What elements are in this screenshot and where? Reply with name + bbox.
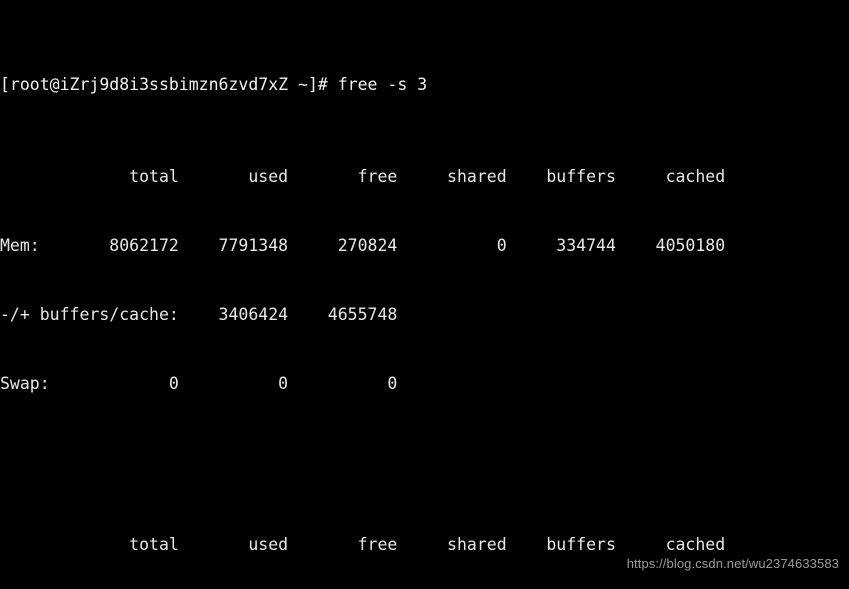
free-header-row-2: total used free shared buffers cached (0, 535, 726, 554)
blog-watermark: https://blog.csdn.net/wu2374633583 (626, 556, 839, 571)
free-header-row-1: total used free shared buffers cached (0, 167, 726, 186)
terminal-window[interactable]: [root@iZrj9d8i3ssbimzn6zvd7xZ ~]# free -… (0, 0, 849, 589)
free-swap-row-1: Swap: 0 0 0 (0, 374, 398, 393)
free-buffers-cache-row-1: -/+ buffers/cache: 3406424 4655748 (0, 305, 398, 324)
free-mem-row-1: Mem: 8062172 7791348 270824 0 334744 405… (0, 236, 726, 255)
blank-separator-1 (0, 441, 849, 464)
prompt-command-line: [root@iZrj9d8i3ssbimzn6zvd7xZ ~]# free -… (0, 75, 428, 94)
terminal-screen[interactable]: [root@iZrj9d8i3ssbimzn6zvd7xZ ~]# free -… (0, 4, 849, 589)
